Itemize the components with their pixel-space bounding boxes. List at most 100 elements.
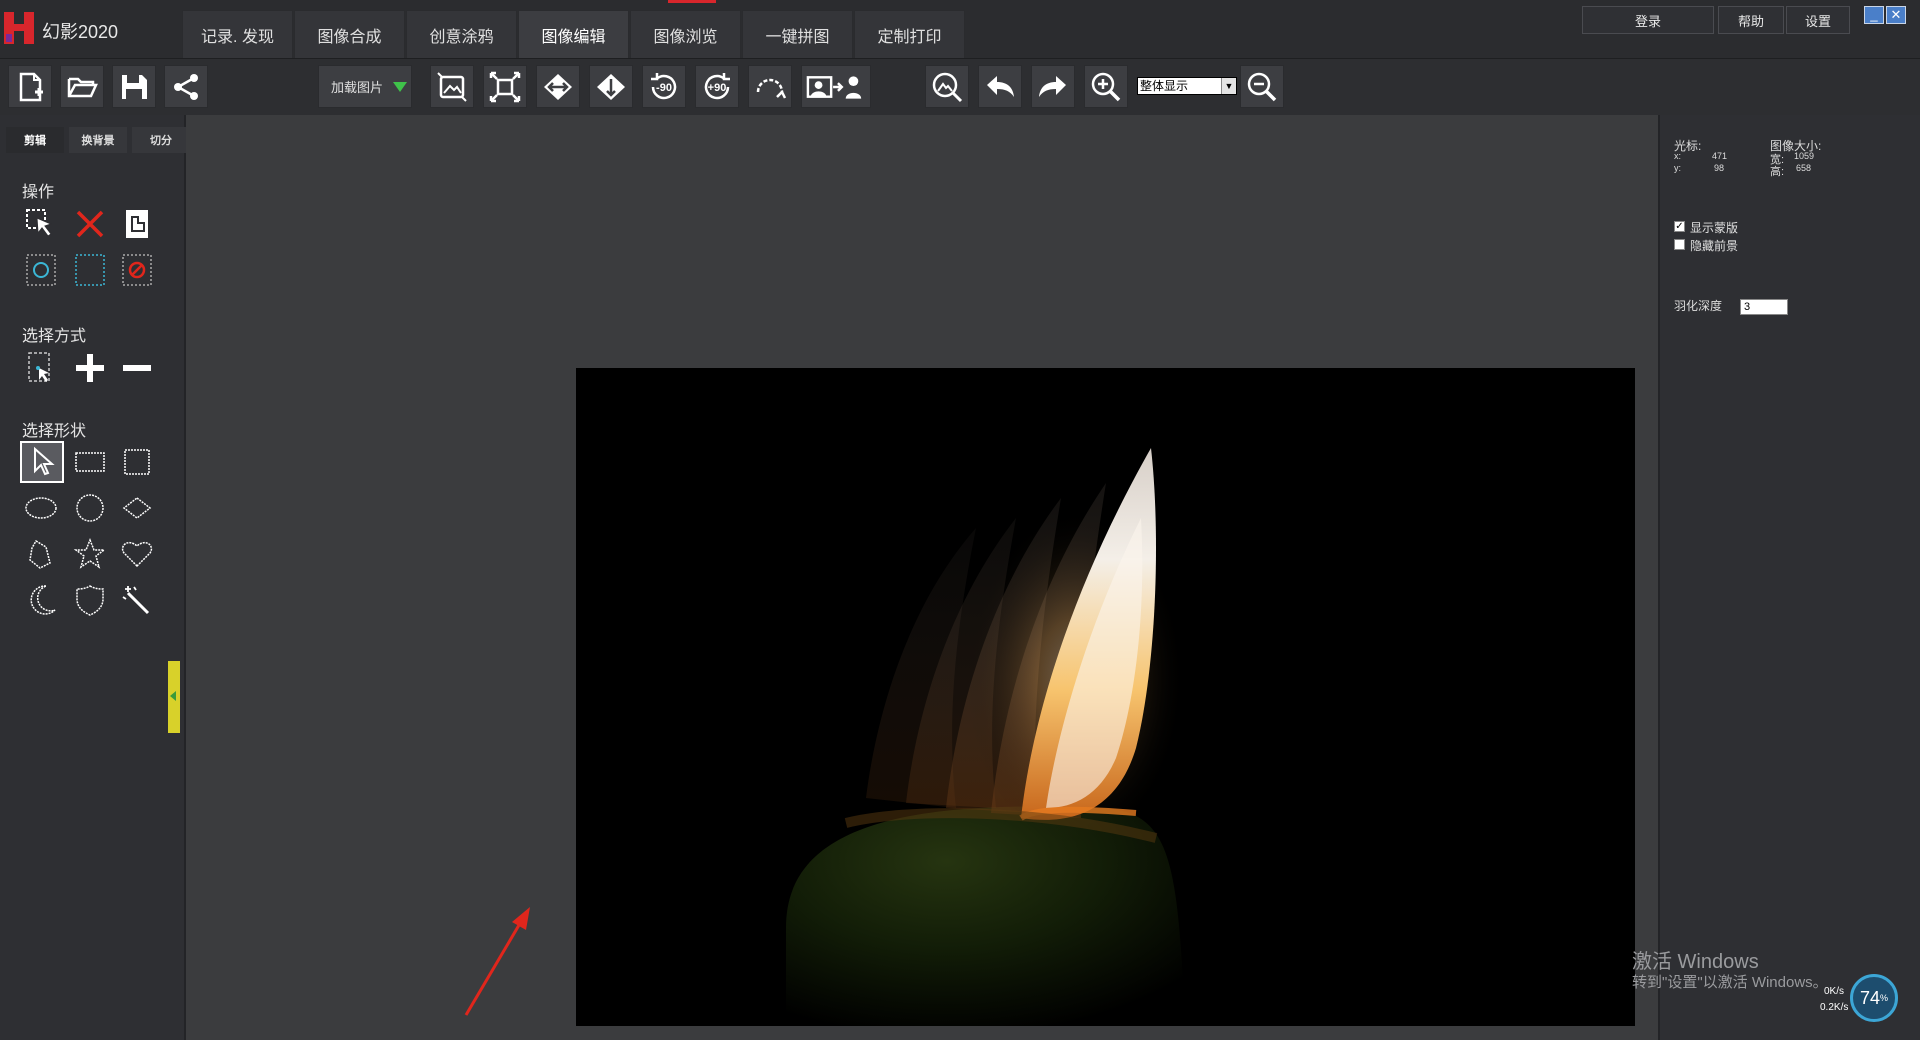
ellipse-mask-icon	[26, 254, 56, 286]
tab-image-browse[interactable]: 图像浏览	[630, 10, 741, 58]
flip-vertical-icon	[597, 73, 625, 100]
magic-select-button[interactable]	[925, 65, 969, 108]
subtab-change-background[interactable]: 换背景	[69, 127, 127, 153]
save-button[interactable]	[112, 65, 156, 108]
feather-depth-input[interactable]: 3	[1740, 299, 1788, 315]
share-button[interactable]	[164, 65, 208, 108]
delete-x-icon	[76, 210, 104, 238]
zoom-out-button[interactable]	[1240, 65, 1284, 108]
shape-moon-button[interactable]	[22, 581, 60, 619]
svg-text:-90: -90	[656, 82, 672, 94]
select-shape-section-label: 选择形状	[22, 423, 87, 440]
subtract-selection-mode-button[interactable]	[118, 349, 156, 387]
shield-outline-icon	[76, 585, 104, 616]
zoom-mode-value: 整体显示	[1140, 79, 1189, 93]
square-outline-icon	[124, 449, 150, 475]
subtab-split[interactable]: 切分	[132, 127, 190, 153]
tab-image-compose[interactable]: 图像合成	[294, 10, 405, 58]
zoom-in-button[interactable]	[1084, 65, 1128, 108]
fit-screen-icon	[489, 71, 521, 102]
login-button[interactable]: 登录	[1582, 6, 1714, 34]
magic-wand-icon	[122, 586, 150, 615]
forbidden-icon	[122, 254, 152, 286]
download-speed: 0.2K/s	[1820, 1002, 1849, 1013]
crop-image-button[interactable]	[430, 65, 474, 108]
hide-foreground-checkbox[interactable]	[1674, 239, 1685, 250]
fit-screen-button[interactable]	[483, 65, 527, 108]
heart-outline-icon	[121, 541, 153, 568]
zoom-mode-select[interactable]: 整体显示 ▼	[1137, 77, 1237, 95]
select-mode-section-label: 选择方式	[22, 328, 87, 345]
subtab-clip[interactable]: 剪辑	[6, 127, 64, 153]
redo-button[interactable]	[1031, 65, 1075, 108]
tab-creative-doodle[interactable]: 创意涂鸦	[406, 10, 517, 58]
canvas-area	[186, 115, 1658, 1040]
rotate-minus-90-button[interactable]: -90	[642, 65, 686, 108]
share-icon	[174, 73, 198, 100]
right-info-panel: 光标: x: 471 y: 98 图像大小: 宽: 1059 高: 658 ✓ …	[1658, 115, 1920, 1040]
close-button[interactable]: ✕	[1886, 6, 1906, 24]
show-mask-checkbox[interactable]: ✓	[1674, 221, 1685, 232]
select-cursor-icon	[26, 209, 53, 237]
cursor-y-value: 98	[1714, 163, 1725, 173]
upload-speed: 0K/s	[1824, 986, 1845, 997]
image-to-person-button[interactable]	[801, 65, 871, 108]
rotate-plus-90-icon: +90	[704, 72, 730, 99]
undo-button[interactable]	[978, 65, 1022, 108]
free-rotate-button[interactable]	[748, 65, 792, 108]
magic-image-icon	[932, 72, 963, 102]
shape-magic-wand-button[interactable]	[118, 581, 156, 619]
shape-ellipse-button[interactable]	[22, 489, 60, 527]
new-selection-mode-button[interactable]	[22, 349, 60, 387]
shape-pointer-button[interactable]	[20, 441, 64, 483]
save-icon	[122, 74, 147, 99]
shape-square-button[interactable]	[118, 443, 156, 481]
layer-page-icon	[126, 210, 148, 238]
load-image-dropdown[interactable]: 加载图片	[318, 65, 412, 108]
panel-collapse-handle[interactable]	[168, 661, 180, 733]
edited-image-candle-flame[interactable]	[576, 368, 1635, 1026]
plus-icon	[76, 354, 104, 382]
flip-vertical-button[interactable]	[589, 65, 633, 108]
help-button[interactable]: 帮助	[1718, 6, 1784, 34]
rotate-plus-90-button[interactable]: +90	[695, 65, 739, 108]
shape-star-button[interactable]	[71, 535, 109, 573]
shape-shield-button[interactable]	[71, 581, 109, 619]
select-tool-button[interactable]	[22, 205, 60, 243]
active-tab-indicator	[668, 0, 716, 3]
settings-button[interactable]: 设置	[1786, 6, 1850, 34]
delete-selection-button[interactable]	[71, 205, 109, 243]
rectangle-outline-icon	[75, 452, 105, 472]
tab-custom-print[interactable]: 定制打印	[854, 10, 965, 58]
operation-section-label: 操作	[22, 184, 55, 201]
show-mask-label: 显示蒙版	[1690, 221, 1739, 235]
tab-image-edit[interactable]: 图像编辑	[518, 10, 629, 58]
open-folder-icon	[67, 77, 98, 97]
new-selection-icon	[28, 352, 50, 382]
shape-rectangle-button[interactable]	[71, 443, 109, 481]
flip-horizontal-button[interactable]	[536, 65, 580, 108]
shape-diamond-button[interactable]	[118, 489, 156, 527]
circle-outline-icon	[76, 494, 104, 522]
ellipse-mask-button[interactable]	[22, 251, 60, 289]
cursor-x-label: x:	[1674, 151, 1682, 161]
add-selection-mode-button[interactable]	[71, 349, 109, 387]
minimize-button[interactable]: _	[1864, 6, 1884, 24]
tab-one-click-collage[interactable]: 一键拼图	[742, 10, 853, 58]
rect-mask-button[interactable]	[71, 251, 109, 289]
network-speed-widget[interactable]: 0K/s 0.2K/s 74%	[1792, 974, 1900, 1024]
layer-tool-button[interactable]	[118, 205, 156, 243]
tab-record-discover[interactable]: 记录. 发现	[182, 10, 293, 58]
shape-circle-button[interactable]	[71, 489, 109, 527]
clear-mask-button[interactable]	[118, 251, 156, 289]
shape-heart-button[interactable]	[118, 535, 156, 573]
diamond-outline-icon	[122, 497, 152, 519]
pointer-arrow-icon	[34, 446, 55, 476]
open-folder-button[interactable]	[60, 65, 104, 108]
polygon-outline-icon	[29, 539, 51, 569]
height-label: 高:	[1770, 166, 1785, 178]
shape-polygon-button[interactable]	[22, 535, 60, 573]
app-title: 幻影2020	[42, 22, 119, 42]
activate-windows-title: 激活 Windows	[1632, 951, 1759, 973]
new-file-button[interactable]	[8, 65, 52, 108]
